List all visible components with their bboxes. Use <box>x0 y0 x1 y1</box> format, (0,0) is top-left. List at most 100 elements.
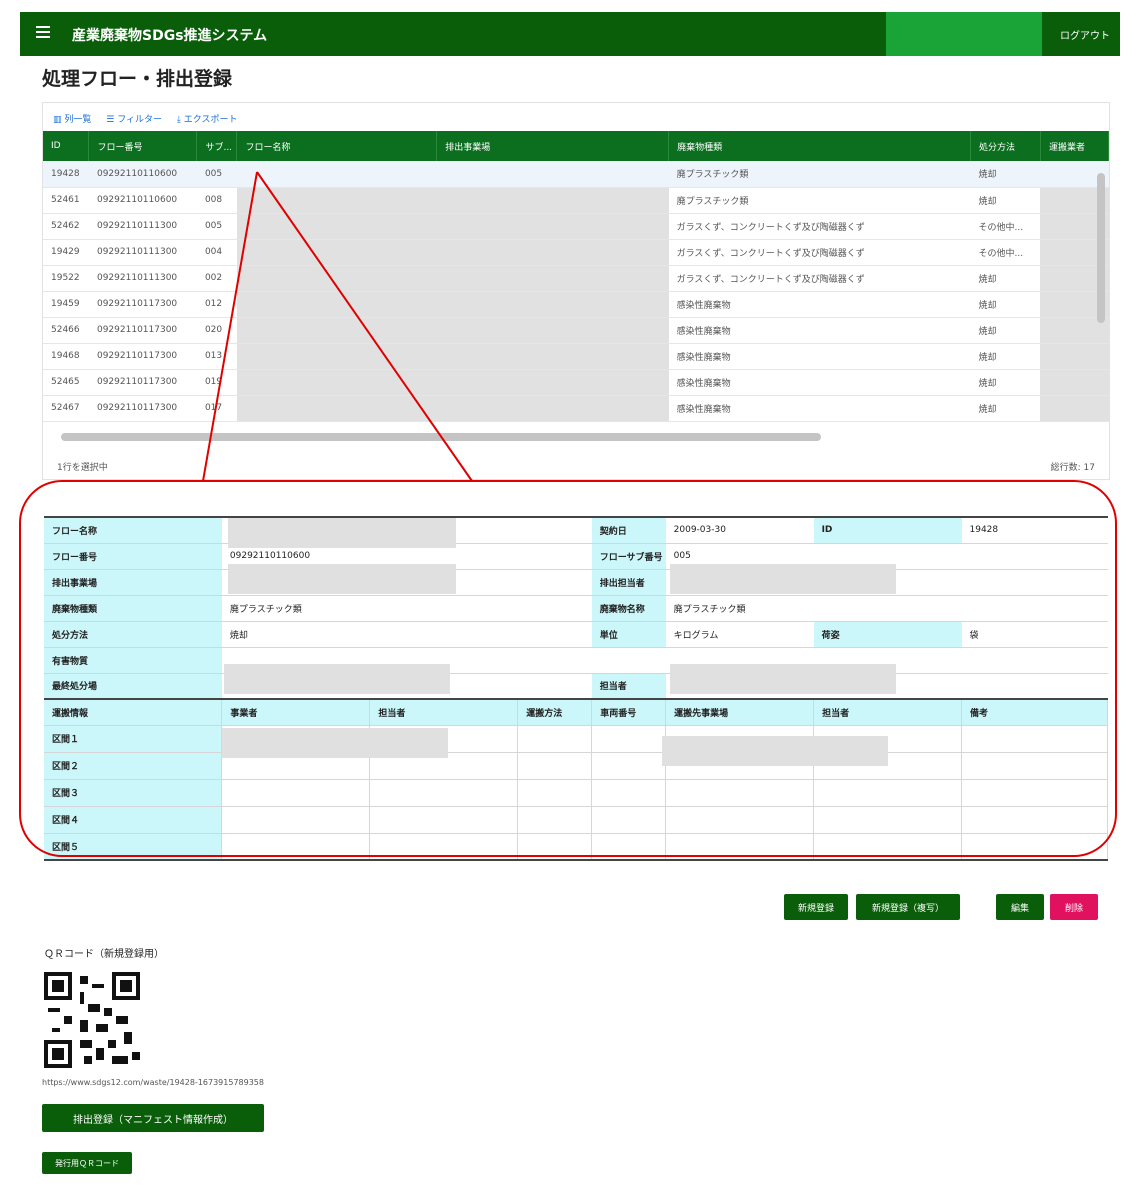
transport-section-row: 区間５ <box>44 833 1108 861</box>
final-site-label: 最終処分場 <box>44 673 222 700</box>
transport-cell <box>813 833 962 861</box>
row-carrier <box>1040 395 1109 422</box>
grid-column-header[interactable]: 排出事業場 <box>436 131 670 161</box>
redacted-block <box>662 735 889 766</box>
row-waste-type: ガラスくず、コンクリートくず及び陶磁器くず <box>668 265 971 292</box>
qr-code-image <box>44 972 140 1068</box>
row-method: 焼却 <box>970 265 1041 292</box>
qr-label: ＱＲコード（新規登録用） <box>44 949 164 960</box>
table-row[interactable]: 19459 09292110117300 012 感染性廃棄物 焼却 <box>43 291 1109 318</box>
row-emitter <box>436 239 669 266</box>
emitter-person-label: 排出担当者 <box>591 569 666 596</box>
redacted-block <box>222 727 449 758</box>
table-row[interactable]: 52462 09292110111300 005 ガラスくず、コンクリートくず及び陶磁… <box>43 213 1109 240</box>
toxic-label: 有害物質 <box>44 647 222 674</box>
transport-header: 運搬方法 <box>517 698 593 726</box>
row-emitter <box>436 265 669 292</box>
row-sub: 004 <box>196 239 237 266</box>
row-method: 焼却 <box>970 343 1041 370</box>
flow-detail-table: フロー名称 契約日 2009-03-30 ID 19428 フロー番号 0929… <box>44 516 1108 861</box>
row-sub: 019 <box>196 369 237 396</box>
row-flow-no: 09292110111300 <box>88 239 197 266</box>
grid-column-header[interactable]: 廃棄物種類 <box>668 131 971 161</box>
emitter-site-label: 排出事業場 <box>44 569 222 596</box>
columns-button[interactable]: ▥ 列一覧 <box>53 115 97 125</box>
grid-column-header[interactable]: フロー名称 <box>236 131 438 161</box>
row-waste-type: 廃プラスチック類 <box>668 187 971 214</box>
table-row[interactable]: 52466 09292110117300 020 感染性廃棄物 焼却 <box>43 317 1109 344</box>
table-row[interactable]: 52467 09292110117300 017 感染性廃棄物 焼却 <box>43 395 1109 422</box>
transport-header: 運搬先事業場 <box>665 698 815 726</box>
waste-name-value: 廃プラスチック類 <box>665 595 1108 622</box>
table-row[interactable]: 19522 09292110111300 002 ガラスくず、コンクリートくず及び陶磁… <box>43 265 1109 292</box>
transport-cell <box>961 806 1108 834</box>
row-sub: 017 <box>196 395 237 422</box>
transport-cell <box>369 779 519 807</box>
person-label: 担当者 <box>591 673 666 700</box>
page-title: 処理フロー・排出登録 <box>42 68 233 90</box>
columns-label: 列一覧 <box>64 115 92 125</box>
transport-header: 運搬情報 <box>44 698 223 726</box>
row-method: 焼却 <box>970 291 1041 318</box>
emitter-site-value <box>221 563 592 596</box>
row-emitter <box>436 187 669 214</box>
grid-column-header[interactable]: ID <box>43 131 90 161</box>
row-method: その他中... <box>970 239 1041 266</box>
transport-cell <box>221 725 449 758</box>
emit-register-button[interactable]: 排出登録（マニフェスト情報作成） <box>42 1104 264 1132</box>
row-carrier <box>1040 343 1109 370</box>
row-emitter <box>436 317 669 344</box>
transport-cell <box>517 752 593 780</box>
row-flow-name <box>236 369 437 396</box>
row-flow-name <box>236 317 437 344</box>
table-row[interactable]: 52461 09292110110600 008 廃プラスチック類 焼却 <box>43 187 1109 214</box>
row-flow-no: 09292110117300 <box>88 343 197 370</box>
transport-cell <box>369 806 519 834</box>
row-carrier <box>1040 369 1109 396</box>
table-row[interactable]: 52465 09292110117300 019 感染性廃棄物 焼却 <box>43 369 1109 396</box>
row-flow-no: 09292110117300 <box>88 317 197 344</box>
grid-column-header[interactable]: 運搬業者 <box>1040 131 1110 161</box>
transport-section-label: 区間５ <box>44 833 223 861</box>
selected-count: 1行を選択中 <box>57 463 108 473</box>
table-row[interactable]: 19468 09292110117300 013 感染性廃棄物 焼却 <box>43 343 1109 370</box>
qr-url[interactable]: https://www.sdgs12.com/waste/19428-16739… <box>42 1078 264 1087</box>
flow-name-label: フロー名称 <box>44 517 222 544</box>
grid-column-header[interactable]: フロー番号 <box>88 131 198 161</box>
filter-button[interactable]: ☰ フィルター <box>106 115 168 125</box>
contract-date-value: 2009-03-30 <box>665 517 814 544</box>
qr-print-button[interactable]: 発行用ＱＲコード <box>42 1152 132 1174</box>
transport-cell <box>591 833 667 861</box>
row-flow-name <box>236 161 437 188</box>
horizontal-scrollbar[interactable] <box>61 433 821 441</box>
row-id: 52462 <box>43 213 89 240</box>
new-copy-button[interactable]: 新規登録（複写） <box>856 894 960 920</box>
table-row[interactable]: 19428 09292110110600 005 廃プラスチック類 焼却 <box>43 161 1109 188</box>
grid-column-header[interactable]: サブ... <box>196 131 238 161</box>
transport-section-row: 区間２ <box>44 752 1108 780</box>
transport-section-label: 区間４ <box>44 806 223 834</box>
export-button[interactable]: ⤓ エクスポート <box>177 115 244 125</box>
method-value: 焼却 <box>221 621 592 648</box>
logout-button[interactable]: ログアウト <box>1060 27 1110 42</box>
transport-cell <box>961 779 1108 807</box>
transport-cell <box>517 725 593 753</box>
transport-cell <box>591 779 667 807</box>
new-button[interactable]: 新規登録 <box>784 894 848 920</box>
edit-button[interactable]: 編集 <box>996 894 1044 920</box>
table-row[interactable]: 19429 09292110111300 004 ガラスくず、コンクリートくず及び陶磁… <box>43 239 1109 266</box>
row-id: 52467 <box>43 395 89 422</box>
unit-label: 単位 <box>591 621 666 648</box>
row-emitter <box>436 395 669 422</box>
unit-value: キログラム <box>665 621 814 648</box>
grid-column-header[interactable]: 処分方法 <box>970 131 1041 161</box>
delete-button[interactable]: 削除 <box>1050 894 1098 920</box>
row-flow-name <box>236 265 437 292</box>
transport-cell <box>665 806 815 834</box>
vertical-scrollbar[interactable] <box>1097 173 1105 323</box>
waste-name-label: 廃棄物名称 <box>591 595 666 622</box>
hamburger-menu-icon[interactable] <box>36 24 54 43</box>
row-method: 焼却 <box>970 369 1041 396</box>
row-waste-type: ガラスくず、コンクリートくず及び陶磁器くず <box>668 213 971 240</box>
transport-cell <box>591 752 667 780</box>
